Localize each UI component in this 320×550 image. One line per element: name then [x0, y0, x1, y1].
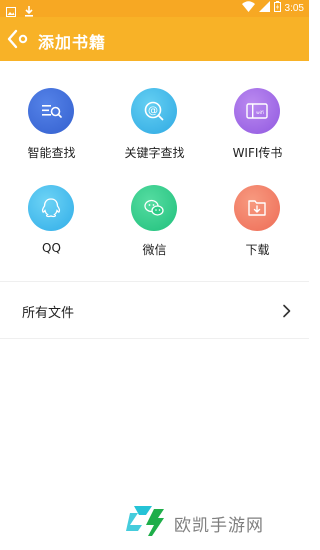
- all-files-label: 所有文件: [22, 306, 75, 321]
- wechat-button[interactable]: 微信: [103, 185, 206, 280]
- source-label: 智能查找: [27, 146, 76, 160]
- status-bar: 3:05: [0, 0, 309, 17]
- watermark-text: 欧凯手游网: [174, 515, 264, 536]
- app-bar: 添加书籍: [0, 17, 309, 61]
- watermark: 欧凯手游网: [124, 505, 264, 541]
- battery-icon: [273, 1, 281, 15]
- source-label: QQ: [42, 241, 61, 255]
- smart-search-button[interactable]: 智能查找: [0, 88, 103, 183]
- wifi-icon: [241, 1, 255, 15]
- all-files-row[interactable]: 所有文件: [0, 282, 309, 338]
- svg-text:wifi: wifi: [256, 110, 264, 116]
- signal-icon: [258, 1, 270, 15]
- download-folder-icon: [234, 185, 280, 231]
- source-label: WIFI传书: [232, 146, 283, 160]
- keyword-search-icon: @: [131, 88, 177, 134]
- svg-text:@: @: [148, 106, 158, 117]
- back-arrow-icon[interactable]: [4, 27, 32, 51]
- source-label: 关键字查找: [124, 146, 185, 160]
- smart-search-icon: [28, 88, 74, 134]
- status-time: 3:05: [284, 2, 304, 14]
- qq-icon: [28, 185, 74, 231]
- site-logo-icon: [124, 503, 168, 543]
- divider: [0, 338, 309, 339]
- source-label: 微信: [142, 243, 167, 257]
- wechat-icon: [131, 185, 177, 231]
- wifi-transfer-icon: wifi: [234, 88, 280, 134]
- download-button[interactable]: 下载: [206, 185, 309, 280]
- wifi-transfer-button[interactable]: wifi WIFI传书: [206, 88, 309, 183]
- source-label: 下载: [245, 243, 270, 257]
- qq-button[interactable]: QQ: [0, 185, 103, 280]
- page-title: 添加书籍: [38, 33, 107, 52]
- chevron-right-icon: [282, 303, 292, 318]
- keyword-search-button[interactable]: @ 关键字查找: [103, 88, 206, 183]
